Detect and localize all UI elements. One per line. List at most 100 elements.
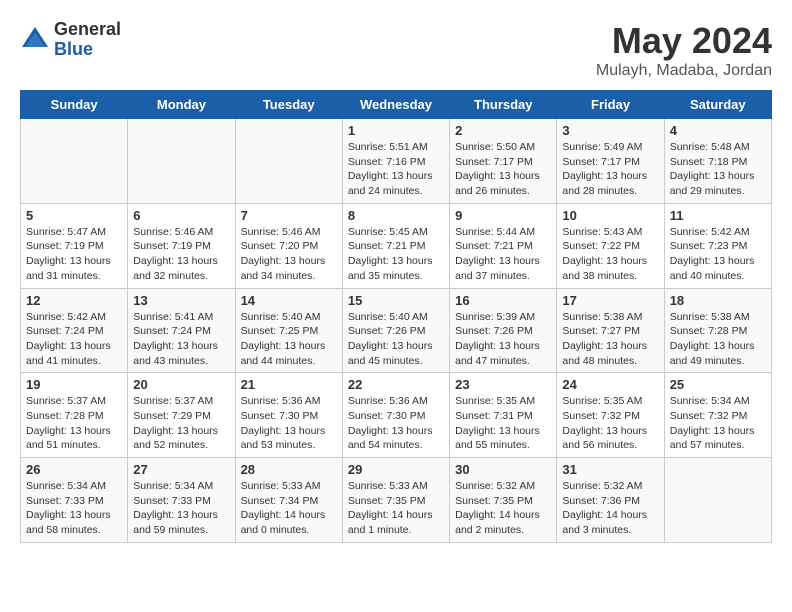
calendar-cell: 2 Sunrise: 5:50 AM Sunset: 7:17 PM Daylig… xyxy=(450,119,557,204)
calendar-cell: 4Sunrise: 5:48 AM Sunset: 7:18 PM Daylig… xyxy=(664,119,771,204)
day-number: 25 xyxy=(670,377,766,392)
logo: General Blue xyxy=(20,20,121,60)
day-number: 13 xyxy=(133,293,229,308)
day-info: Sunrise: 5:35 AM Sunset: 7:31 PM Dayligh… xyxy=(455,394,551,453)
calendar-cell: 6 Sunrise: 5:46 AM Sunset: 7:19 PM Daylig… xyxy=(128,203,235,288)
calendar-cell: 18 Sunrise: 5:38 AM Sunset: 7:28 PM Dayli… xyxy=(664,288,771,373)
day-number: 20 xyxy=(133,377,229,392)
calendar-week-row: 19 Sunrise: 5:37 AM Sunset: 7:28 PM Dayli… xyxy=(21,373,772,458)
weekday-header-wednesday: Wednesday xyxy=(342,91,449,119)
day-info: Sunrise: 5:46 AM Sunset: 7:20 PM Dayligh… xyxy=(241,225,337,284)
calendar-cell: 13Sunrise: 5:41 AM Sunset: 7:24 PM Dayli… xyxy=(128,288,235,373)
calendar-cell: 12 Sunrise: 5:42 AM Sunset: 7:24 PM Dayli… xyxy=(21,288,128,373)
day-number: 28 xyxy=(241,462,337,477)
day-info: Sunrise: 5:50 AM Sunset: 7:17 PM Dayligh… xyxy=(455,140,551,199)
page-header: General Blue May 2024 Mulayh, Madaba, Jo… xyxy=(20,20,772,80)
day-number: 31 xyxy=(562,462,658,477)
day-info: Sunrise: 5:32 AM Sunset: 7:36 PM Dayligh… xyxy=(562,479,658,538)
weekday-header-monday: Monday xyxy=(128,91,235,119)
calendar-cell: 20 Sunrise: 5:37 AM Sunset: 7:29 PM Dayli… xyxy=(128,373,235,458)
logo-icon xyxy=(20,25,50,55)
calendar-cell xyxy=(235,119,342,204)
calendar-week-row: 12 Sunrise: 5:42 AM Sunset: 7:24 PM Dayli… xyxy=(21,288,772,373)
calendar-cell: 17Sunrise: 5:38 AM Sunset: 7:27 PM Dayli… xyxy=(557,288,664,373)
day-number: 27 xyxy=(133,462,229,477)
calendar-cell xyxy=(664,458,771,543)
day-info: Sunrise: 5:37 AM Sunset: 7:29 PM Dayligh… xyxy=(133,394,229,453)
weekday-header-tuesday: Tuesday xyxy=(235,91,342,119)
day-info: Sunrise: 5:34 AM Sunset: 7:33 PM Dayligh… xyxy=(133,479,229,538)
calendar-cell: 24 Sunrise: 5:35 AM Sunset: 7:32 PM Dayli… xyxy=(557,373,664,458)
calendar-cell: 11 Sunrise: 5:42 AM Sunset: 7:23 PM Dayli… xyxy=(664,203,771,288)
day-info: Sunrise: 5:32 AM Sunset: 7:35 PM Dayligh… xyxy=(455,479,551,538)
day-info: Sunrise: 5:47 AM Sunset: 7:19 PM Dayligh… xyxy=(26,225,122,284)
day-number: 24 xyxy=(562,377,658,392)
day-info: Sunrise: 5:45 AM Sunset: 7:21 PM Dayligh… xyxy=(348,225,444,284)
calendar-cell xyxy=(21,119,128,204)
calendar-cell: 14Sunrise: 5:40 AM Sunset: 7:25 PM Dayli… xyxy=(235,288,342,373)
calendar-week-row: 5 Sunrise: 5:47 AM Sunset: 7:19 PM Daylig… xyxy=(21,203,772,288)
day-info: Sunrise: 5:34 AM Sunset: 7:33 PM Dayligh… xyxy=(26,479,122,538)
day-number: 2 xyxy=(455,123,551,138)
calendar-cell: 25 Sunrise: 5:34 AM Sunset: 7:32 PM Dayli… xyxy=(664,373,771,458)
calendar-cell: 15Sunrise: 5:40 AM Sunset: 7:26 PM Dayli… xyxy=(342,288,449,373)
day-number: 11 xyxy=(670,208,766,223)
day-info: Sunrise: 5:34 AM Sunset: 7:32 PM Dayligh… xyxy=(670,394,766,453)
day-info: Sunrise: 5:44 AM Sunset: 7:21 PM Dayligh… xyxy=(455,225,551,284)
day-info: Sunrise: 5:49 AM Sunset: 7:17 PM Dayligh… xyxy=(562,140,658,199)
day-number: 12 xyxy=(26,293,122,308)
day-info: Sunrise: 5:35 AM Sunset: 7:32 PM Dayligh… xyxy=(562,394,658,453)
day-number: 3 xyxy=(562,123,658,138)
calendar-cell: 10 Sunrise: 5:43 AM Sunset: 7:22 PM Dayli… xyxy=(557,203,664,288)
day-number: 22 xyxy=(348,377,444,392)
weekday-header-row: SundayMondayTuesdayWednesdayThursdayFrid… xyxy=(21,91,772,119)
calendar-header: SundayMondayTuesdayWednesdayThursdayFrid… xyxy=(21,91,772,119)
day-number: 5 xyxy=(26,208,122,223)
calendar-cell: 29 Sunrise: 5:33 AM Sunset: 7:35 PM Dayli… xyxy=(342,458,449,543)
day-info: Sunrise: 5:43 AM Sunset: 7:22 PM Dayligh… xyxy=(562,225,658,284)
calendar-cell xyxy=(128,119,235,204)
day-info: Sunrise: 5:40 AM Sunset: 7:25 PM Dayligh… xyxy=(241,310,337,369)
day-info: Sunrise: 5:46 AM Sunset: 7:19 PM Dayligh… xyxy=(133,225,229,284)
day-info: Sunrise: 5:33 AM Sunset: 7:35 PM Dayligh… xyxy=(348,479,444,538)
day-number: 8 xyxy=(348,208,444,223)
calendar-cell: 21Sunrise: 5:36 AM Sunset: 7:30 PM Dayli… xyxy=(235,373,342,458)
day-info: Sunrise: 5:42 AM Sunset: 7:23 PM Dayligh… xyxy=(670,225,766,284)
day-number: 19 xyxy=(26,377,122,392)
calendar-cell: 26 Sunrise: 5:34 AM Sunset: 7:33 PM Dayli… xyxy=(21,458,128,543)
day-info: Sunrise: 5:40 AM Sunset: 7:26 PM Dayligh… xyxy=(348,310,444,369)
calendar-cell: 3 Sunrise: 5:49 AM Sunset: 7:17 PM Daylig… xyxy=(557,119,664,204)
calendar-cell: 19 Sunrise: 5:37 AM Sunset: 7:28 PM Dayli… xyxy=(21,373,128,458)
day-info: Sunrise: 5:38 AM Sunset: 7:27 PM Dayligh… xyxy=(562,310,658,369)
calendar-cell: 8 Sunrise: 5:45 AM Sunset: 7:21 PM Daylig… xyxy=(342,203,449,288)
day-number: 30 xyxy=(455,462,551,477)
calendar-cell: 28Sunrise: 5:33 AM Sunset: 7:34 PM Dayli… xyxy=(235,458,342,543)
day-info: Sunrise: 5:36 AM Sunset: 7:30 PM Dayligh… xyxy=(348,394,444,453)
calendar-subtitle: Mulayh, Madaba, Jordan xyxy=(596,62,772,80)
title-block: May 2024 Mulayh, Madaba, Jordan xyxy=(596,20,772,80)
calendar-cell: 27 Sunrise: 5:34 AM Sunset: 7:33 PM Dayli… xyxy=(128,458,235,543)
weekday-header-thursday: Thursday xyxy=(450,91,557,119)
day-number: 4 xyxy=(670,123,766,138)
calendar-cell: 23 Sunrise: 5:35 AM Sunset: 7:31 PM Dayli… xyxy=(450,373,557,458)
weekday-header-sunday: Sunday xyxy=(21,91,128,119)
calendar-cell: 16Sunrise: 5:39 AM Sunset: 7:26 PM Dayli… xyxy=(450,288,557,373)
day-number: 29 xyxy=(348,462,444,477)
logo-blue-text: Blue xyxy=(54,40,121,60)
logo-text: General Blue xyxy=(54,20,121,60)
day-info: Sunrise: 5:38 AM Sunset: 7:28 PM Dayligh… xyxy=(670,310,766,369)
day-number: 18 xyxy=(670,293,766,308)
day-number: 10 xyxy=(562,208,658,223)
day-number: 7 xyxy=(241,208,337,223)
day-info: Sunrise: 5:37 AM Sunset: 7:28 PM Dayligh… xyxy=(26,394,122,453)
day-info: Sunrise: 5:42 AM Sunset: 7:24 PM Dayligh… xyxy=(26,310,122,369)
calendar-cell: 9 Sunrise: 5:44 AM Sunset: 7:21 PM Daylig… xyxy=(450,203,557,288)
calendar-cell: 31 Sunrise: 5:32 AM Sunset: 7:36 PM Dayli… xyxy=(557,458,664,543)
day-number: 9 xyxy=(455,208,551,223)
day-number: 23 xyxy=(455,377,551,392)
day-number: 6 xyxy=(133,208,229,223)
day-number: 21 xyxy=(241,377,337,392)
day-number: 26 xyxy=(26,462,122,477)
day-info: Sunrise: 5:39 AM Sunset: 7:26 PM Dayligh… xyxy=(455,310,551,369)
calendar-week-row: 26 Sunrise: 5:34 AM Sunset: 7:33 PM Dayli… xyxy=(21,458,772,543)
